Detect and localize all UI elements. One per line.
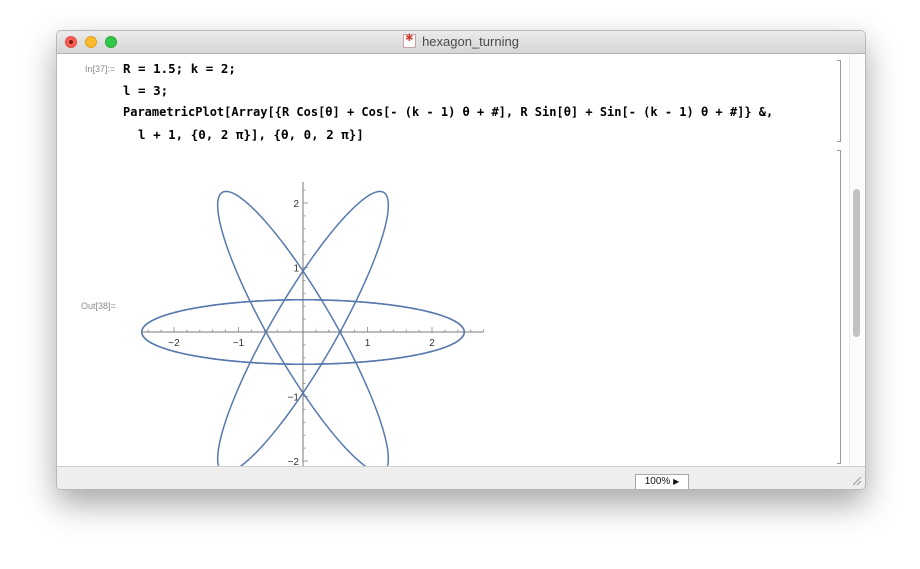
y-tick-label: 2 bbox=[293, 199, 299, 210]
code-line-1[interactable]: R = 1.5; k = 2; bbox=[123, 61, 236, 76]
x-tick-label: 1 bbox=[365, 338, 371, 349]
code-line-2-text: l = 3; bbox=[123, 83, 169, 98]
input-cell-label: In[37]:= bbox=[85, 64, 116, 74]
notebook-document-icon bbox=[403, 33, 417, 48]
plot-axes bbox=[141, 182, 484, 487]
code-line-3[interactable]: ParametricPlot[Array[{R Cos[θ] + Cos[- (… bbox=[123, 105, 773, 119]
code-line-1-text: R = 1.5; k = 2; bbox=[123, 61, 236, 76]
window-title: hexagon_turning bbox=[422, 34, 519, 49]
x-tick-label: −1 bbox=[233, 338, 245, 349]
input-cell-bracket[interactable] bbox=[837, 60, 841, 142]
zoom-value: 100% bbox=[644, 476, 671, 487]
window-title-area: hexagon_turning bbox=[57, 33, 865, 49]
output-cell-bracket[interactable] bbox=[837, 150, 841, 464]
notebook-window: hexagon_turning In[37]:= R = 1.5; k = 2;… bbox=[56, 30, 866, 490]
parametric-plot[interactable]: −2 −1 1 2−2−112 bbox=[125, 182, 485, 490]
code-line-2[interactable]: l = 3; bbox=[123, 83, 168, 98]
resize-grip-icon[interactable] bbox=[852, 476, 862, 486]
plot-ticks: −2 −1 1 2−2−112 bbox=[147, 189, 485, 488]
x-tick-label: 2 bbox=[429, 338, 435, 349]
output-cell-label: Out[38]= bbox=[81, 301, 116, 311]
code-line-4-text: l + 1, {0, 2 π}], {θ, 0, 2 π}] bbox=[123, 127, 364, 142]
x-tick-label: −2 bbox=[168, 338, 180, 349]
zoom-menu[interactable]: 100% ▶ bbox=[635, 474, 689, 489]
triangle-right-icon: ▶ bbox=[673, 477, 680, 486]
status-bar bbox=[57, 466, 865, 489]
code-line-3-text: ParametricPlot[Array[{R Cos[θ] + Cos[- (… bbox=[123, 105, 774, 119]
title-bar[interactable]: hexagon_turning bbox=[57, 31, 865, 54]
code-line-4[interactable]: l + 1, {0, 2 π}], {θ, 0, 2 π}] bbox=[123, 127, 364, 142]
scrollbar-thumb[interactable] bbox=[853, 189, 860, 337]
notebook-content[interactable]: In[37]:= R = 1.5; k = 2; l = 3; Parametr… bbox=[57, 54, 865, 488]
